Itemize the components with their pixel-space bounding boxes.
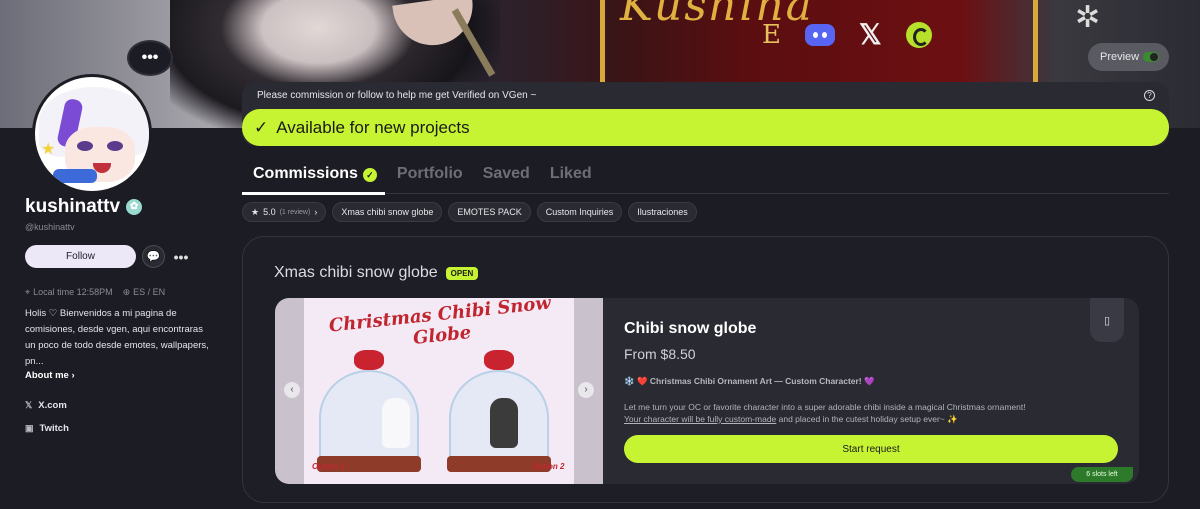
review-count: (1 review) — [279, 208, 311, 216]
avatar-eye — [77, 141, 93, 151]
profile-tabs: Commissions ✓ Portfolio Saved Liked — [242, 165, 1169, 195]
profile-username: kushinattv ✿ — [25, 196, 143, 218]
link-x[interactable]: 𝕏 X.com — [25, 400, 67, 411]
chibi-right — [490, 398, 518, 448]
banner-letter: E — [762, 19, 781, 50]
location-icon: ⌖ — [25, 287, 31, 297]
commission-card[interactable]: Christmas Chibi Snow Globe Option 1 Opti… — [275, 298, 1139, 484]
tab-label: Commissions — [253, 165, 358, 182]
commission-section: Xmas chibi snow globe OPEN Christmas Chi… — [242, 236, 1169, 503]
product-name: Chibi snow globe — [624, 320, 757, 337]
avatar-badge — [53, 169, 97, 183]
toggle-switch-icon[interactable] — [1143, 52, 1159, 62]
bow-left — [354, 350, 384, 370]
start-request-button[interactable]: Start request — [624, 435, 1118, 463]
x-icon: 𝕏 — [25, 400, 33, 410]
help-icon[interactable]: ? — [1144, 90, 1155, 101]
status-badge: OPEN — [445, 266, 479, 280]
tab-portfolio[interactable]: Portfolio — [397, 165, 463, 194]
about-me-label: About me — [25, 370, 69, 381]
bow-right — [484, 350, 514, 370]
section-title: Xmas chibi snow globe OPEN — [274, 264, 479, 282]
local-time: ⌖ Local time 12:58PM — [25, 287, 113, 298]
slots-left-badge: 6 slots left — [1071, 467, 1133, 482]
banner-social-icons: E 𝕏 — [762, 18, 932, 51]
star-icon: ★ — [251, 206, 260, 217]
link-label: X.com — [38, 400, 67, 411]
star-icon: ★ — [41, 141, 56, 158]
product-image-carousel[interactable]: Christmas Chibi Snow Globe Option 1 Opti… — [275, 298, 603, 484]
chevron-right-icon: › — [314, 207, 318, 217]
availability-text: Available for new projects — [276, 117, 470, 137]
tab-saved[interactable]: Saved — [483, 165, 530, 194]
rating-chip[interactable]: ★ 5.0 (1 review) › — [242, 202, 327, 222]
swirl-icon — [905, 21, 932, 48]
filter-chips: ★ 5.0 (1 review) › Xmas chibi snow globe… — [242, 202, 697, 222]
avatar[interactable]: ★ — [32, 74, 152, 194]
chip-emotes[interactable]: EMOTES PACK — [448, 202, 531, 222]
product-price: From $8.50 — [624, 346, 696, 362]
tab-label: Portfolio — [396, 165, 463, 182]
profile-bio: Holis ♡ Bienvenidos a mi pagina de comis… — [25, 308, 209, 367]
product-subtitle: ❄️ ❤️ Christmas Chibi Ornament Art — Cus… — [624, 376, 875, 386]
discord-icon — [804, 23, 835, 46]
carousel-next-icon[interactable]: › — [578, 382, 594, 398]
more-options-button[interactable]: ••• — [171, 245, 191, 268]
chip-ilustraciones[interactable]: Ilustraciones — [628, 202, 697, 222]
option-2-label: Option 2 — [532, 462, 565, 471]
status-bubble[interactable]: ••• — [127, 40, 173, 76]
chip-xmas[interactable]: Xmas chibi snow globe — [332, 202, 443, 222]
check-icon: ✓ — [254, 117, 269, 137]
option-1-label: Option 1 — [312, 462, 345, 471]
tab-commissions[interactable]: Commissions ✓ — [242, 165, 385, 195]
tab-label: Saved — [482, 165, 530, 182]
banner-deco-icon: ✲ — [1075, 1, 1101, 34]
availability-banner: ✓ Available for new projects — [242, 109, 1169, 146]
desc-rest: and placed in the cutest holiday setup e… — [776, 414, 958, 424]
x-icon: 𝕏 — [858, 19, 882, 50]
notice-message: Please commission or follow to help me g… — [257, 90, 537, 101]
profile-handle: @kushinattv — [25, 222, 75, 232]
languages: ⊕ ES / EN — [123, 287, 166, 298]
about-me-link[interactable]: About me › — [25, 370, 75, 381]
twitch-icon: ▣ — [25, 423, 34, 433]
rating-value: 5.0 — [263, 207, 276, 217]
message-icon[interactable]: 💬 — [142, 245, 165, 268]
avatar-eye — [107, 141, 123, 151]
preview-toggle[interactable]: Preview — [1088, 43, 1169, 71]
desc-line1: Let me turn your OC or favorite characte… — [624, 402, 1026, 412]
profile-meta: ⌖ Local time 12:58PM ⊕ ES / EN — [25, 287, 165, 298]
product-details: Chibi snow globe From $8.50 ❄️ ❤️ Christ… — [624, 320, 1064, 425]
username-text: kushinattv — [25, 196, 121, 217]
languages-text: ES / EN — [133, 287, 166, 297]
local-time-text: Local time 12:58PM — [33, 287, 113, 297]
bookmark-icon[interactable]: ▯ — [1090, 298, 1124, 342]
chip-custom[interactable]: Custom Inquiries — [536, 202, 623, 222]
globe-icon: ⊕ — [122, 287, 131, 297]
product-description: Let me turn your OC or favorite characte… — [624, 401, 1064, 425]
desc-underlined: Your character will be fully custom-made — [624, 414, 777, 424]
chibi-left — [382, 398, 410, 448]
follow-button[interactable]: Follow — [25, 245, 136, 268]
art-title: Christmas Chibi Snow Globe — [327, 298, 552, 349]
check-circle-icon: ✓ — [362, 168, 377, 182]
tab-label: Liked — [549, 165, 592, 182]
link-label: Twitch — [39, 423, 69, 434]
preview-label: Preview — [1100, 51, 1140, 63]
link-twitch[interactable]: ▣ Twitch — [25, 423, 69, 434]
section-title-text: Xmas chibi snow globe — [274, 264, 438, 281]
tab-liked[interactable]: Liked — [550, 165, 592, 194]
verified-flower-icon: ✿ — [126, 199, 143, 215]
product-image: Christmas Chibi Snow Globe Option 1 Opti… — [304, 298, 574, 484]
carousel-prev-icon[interactable]: ‹ — [284, 382, 300, 398]
